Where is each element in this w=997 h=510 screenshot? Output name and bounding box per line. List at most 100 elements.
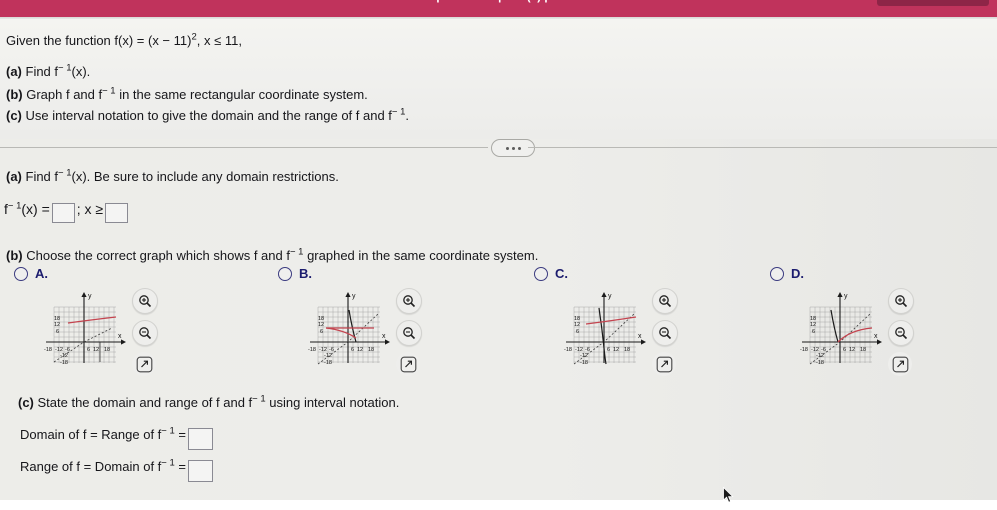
svg-text:12: 12 [574,322,580,328]
svg-text:-18: -18 [60,360,68,366]
zoom-in-icon[interactable] [888,288,914,314]
work-part-b-post: graphed in the same coordinate system. [303,248,539,263]
range-of-f-equals: = [174,459,186,474]
svg-text:12: 12 [849,347,855,353]
svg-text:-18: -18 [816,360,824,366]
svg-text:x: x [382,333,386,340]
domain-of-f-label: Domain of f = Range of f [20,427,162,442]
zoom-in-icon[interactable] [396,288,422,314]
prompt-part-a-exponent: − 1 [58,62,72,74]
answer-input-range[interactable] [187,459,213,482]
zoom-out-icon[interactable] [132,320,158,346]
prompt-part-b-exponent: − 1 [102,85,116,97]
choice-a-graph-tools[interactable] [132,288,158,376]
problem-statement-pre: Given the function f(x) = (x − 11) [6,33,192,48]
svg-text:y: y [88,293,92,300]
choice-d-letter: D. [791,266,804,281]
prompt-part-a: (a) Find f− 1(x). [6,62,91,80]
prompt-part-b-post: in the same rectangular coordinate syste… [115,87,368,102]
svg-text:-18: -18 [308,347,316,353]
answer-input-domain-restriction[interactable] [105,202,129,223]
svg-text:y: y [352,293,356,300]
zoom-in-icon[interactable] [132,288,158,314]
divider-line-right [528,147,997,148]
svg-text:-12: -12 [580,353,588,359]
prompt-part-b-pre: Graph f and f [22,87,103,102]
work-part-b-pre: Choose the correct graph which shows f a… [22,248,290,263]
svg-text:-18: -18 [564,347,572,353]
work-part-a-post: (x). Be sure to include any domain restr… [71,169,339,184]
problem-statement-post: , x ≤ 11, [196,33,242,48]
svg-text:18: 18 [368,347,374,353]
work-part-c-post: using interval notation. [265,395,400,410]
domain-of-f-equals: = [174,427,186,442]
page-surface: Given the function f(x) = (x − 11)2, x ≤… [0,19,997,500]
answer-input-inverse-formula[interactable] [51,202,75,223]
svg-text:-12: -12 [60,353,68,359]
choice-d-radio-row[interactable]: D. [770,266,804,281]
expand-graph-button[interactable] [652,352,676,376]
svg-text:12: 12 [613,347,619,353]
problem-statement: Given the function f(x) = (x − 11)2, x ≤… [6,32,242,49]
range-of-f-exponent: − 1 [161,457,175,469]
svg-text:18: 18 [104,347,110,353]
svg-text:x: x [874,333,878,340]
expand-graph-button[interactable] [396,352,420,376]
prompt-part-a-post: (x). [71,64,91,79]
work-part-a-equation: f− 1(x) =; x ≥ [4,201,130,223]
range-of-f-label: Range of f = Domain of f [20,459,162,474]
inverse-f-of-x: (x) = [21,201,50,217]
work-part-b-label: (b) [6,248,23,263]
header-action-button[interactable] [877,0,989,6]
choice-c-graph: y x 18 12 6 -18 -12 -6 6 12 18 -12 -18 [552,286,652,366]
inverse-f-exponent: − 1 [7,200,22,212]
zoom-out-icon[interactable] [396,320,422,346]
choice-b-graph: y x 18 12 6 -18 -12 -6 6 12 18 -12 -18 [296,286,396,366]
divider-line-left [0,147,488,148]
range-of-f-row: Range of f = Domain of f− 1 = [20,457,215,482]
choice-c-graph-tools[interactable] [652,288,678,376]
svg-text:-12: -12 [324,353,332,359]
expand-graph-button[interactable] [888,352,912,376]
answer-input-domain[interactable] [187,427,213,450]
more-options-button[interactable] [491,139,535,157]
svg-text:12: 12 [54,322,60,328]
zoom-in-icon[interactable] [652,288,678,314]
svg-text:6: 6 [812,329,815,335]
question-status-bar: This question: 1 point(s) possible [0,0,997,17]
svg-text:12: 12 [93,347,99,353]
svg-text:6: 6 [56,329,59,335]
svg-text:18: 18 [624,347,630,353]
zoom-out-icon[interactable] [652,320,678,346]
expand-graph-button[interactable] [132,352,156,376]
choice-a-radio-row[interactable]: A. [14,266,48,281]
prompt-part-c-post: . [405,108,410,123]
zoom-out-icon[interactable] [888,320,914,346]
work-part-c-pre: State the domain and range of f and f [33,395,253,410]
choice-c-radio-row[interactable]: C. [534,266,568,281]
svg-text:x: x [638,333,642,340]
radio-button-d[interactable] [770,266,784,281]
radio-button-c[interactable] [534,266,548,281]
domain-of-f-exponent: − 1 [161,425,175,437]
svg-text:6: 6 [87,347,90,353]
choice-b-graph-tools[interactable] [396,288,422,376]
work-part-c-label: (c) [18,395,34,410]
ellipsis-dot-1 [505,146,509,150]
svg-text:6: 6 [576,329,579,335]
work-part-a-exponent: − 1 [58,167,72,179]
work-part-a-label: (a) [6,169,22,184]
svg-text:6: 6 [843,347,846,353]
ellipsis-dot-2 [511,146,515,150]
svg-text:6: 6 [320,329,323,335]
domain-of-f-row: Domain of f = Range of f− 1 = [20,425,215,450]
svg-text:-18: -18 [800,347,808,353]
choice-d-graph-tools[interactable] [888,288,914,376]
svg-text:12: 12 [318,322,324,328]
work-part-a-pre: Find f [21,169,59,184]
choice-b-radio-row[interactable]: B. [278,266,312,281]
svg-text:18: 18 [860,347,866,353]
radio-button-b[interactable] [278,266,292,281]
choice-d-graph: y x 18 12 6 -18 -12 -6 6 12 18 -12 -18 [788,286,888,366]
radio-button-a[interactable] [14,266,28,281]
